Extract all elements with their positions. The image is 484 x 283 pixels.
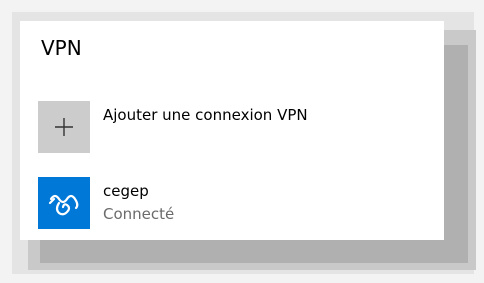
plus-icon: [38, 101, 90, 153]
vpn-connection-item[interactable]: cegep Connecté: [38, 177, 338, 229]
vpn-connection-status: Connecté: [103, 205, 175, 223]
vpn-settings-panel: VPN Ajouter une connexion VPN cegep Conn…: [20, 21, 444, 240]
vpn-connection-name: cegep: [103, 182, 149, 200]
section-title: VPN: [41, 36, 82, 60]
add-vpn-connection-label: Ajouter une connexion VPN: [103, 106, 308, 124]
vpn-icon: [38, 177, 90, 229]
add-vpn-connection-button[interactable]: Ajouter une connexion VPN: [38, 101, 338, 153]
